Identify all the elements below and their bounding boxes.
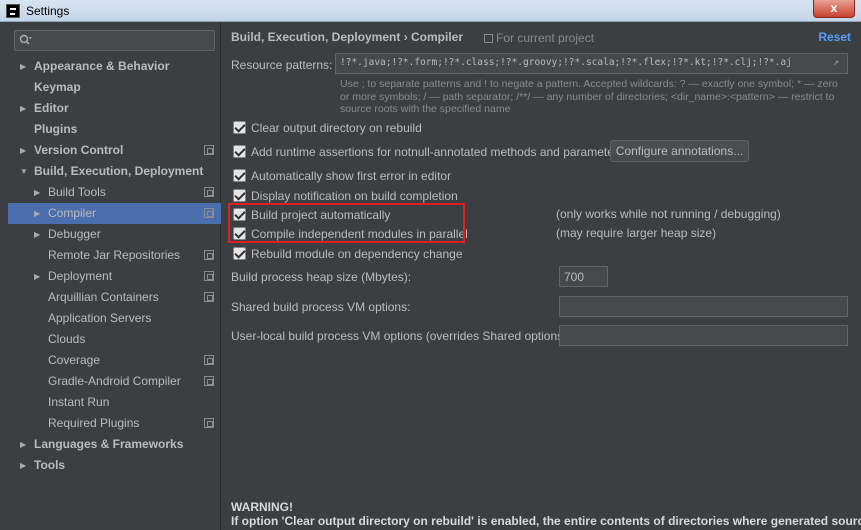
expand-arrow-icon[interactable]: ▶	[20, 98, 30, 119]
clear-output-checkbox[interactable]	[233, 121, 246, 134]
compile-parallel-note: (may require larger heap size)	[556, 226, 717, 240]
project-scope-icon	[204, 208, 214, 218]
resource-patterns-input[interactable]: !?*.java;!?*.form;!?*.class;!?*.groovy;!…	[335, 53, 848, 74]
heap-size-input[interactable]: 700	[559, 266, 608, 287]
sidebar-item-remote-jar-repositories[interactable]: Remote Jar Repositories	[8, 245, 221, 266]
expand-field-icon[interactable]: ↗	[833, 57, 844, 68]
build-automatically-note: (only works while not running / debuggin…	[556, 207, 781, 221]
display-notification-checkbox[interactable]	[233, 189, 246, 202]
search-icon	[19, 34, 32, 47]
project-scope-icon	[204, 250, 214, 260]
project-scope-icon	[204, 376, 214, 386]
sidebar-item-debugger[interactable]: ▶ Debugger	[8, 224, 221, 245]
expand-arrow-icon[interactable]: ▶	[34, 224, 44, 245]
reset-link[interactable]: Reset	[818, 30, 851, 44]
warning-title: WARNING!	[231, 500, 293, 514]
resource-patterns-hint: Use ; to separate patterns and ! to nega…	[340, 78, 838, 115]
runtime-assertions-checkbox[interactable]	[233, 145, 246, 158]
sidebar-item-required-plugins[interactable]: Required Plugins	[8, 413, 221, 434]
sidebar-item-application-servers[interactable]: Application Servers	[8, 308, 221, 329]
shared-vm-options-label: Shared build process VM options:	[231, 300, 411, 314]
sidebar-item-languages-frameworks[interactable]: ▶ Languages & Frameworks	[8, 434, 221, 455]
resource-patterns-value: !?*.java;!?*.form;!?*.class;!?*.groovy;!…	[340, 57, 792, 68]
title-bar: Settings x	[0, 0, 861, 22]
sidebar-item-build-tools[interactable]: ▶ Build Tools	[8, 182, 221, 203]
project-scope-icon	[204, 292, 214, 302]
expand-arrow-icon[interactable]: ▶	[34, 266, 44, 287]
expand-arrow-icon[interactable]: ▶	[20, 56, 30, 77]
sidebar-item-keymap[interactable]: Keymap	[8, 77, 221, 98]
sidebar-item-deployment[interactable]: ▶ Deployment	[8, 266, 221, 287]
sidebar-item-instant-run[interactable]: Instant Run	[8, 392, 221, 413]
project-scope-icon	[204, 187, 214, 197]
project-scope-icon	[204, 355, 214, 365]
heap-size-label: Build process heap size (Mbytes):	[231, 270, 412, 284]
sidebar-item-compiler[interactable]: ▶ Compiler	[8, 203, 221, 224]
project-scope-icon	[484, 34, 493, 43]
expand-arrow-icon[interactable]: ▶	[20, 140, 30, 161]
sidebar-item-version-control[interactable]: ▶ Version Control	[8, 140, 221, 161]
shared-vm-options-input[interactable]	[559, 296, 848, 317]
expand-arrow-icon[interactable]: ▶	[34, 182, 44, 203]
user-vm-options-input[interactable]	[559, 325, 848, 346]
settings-search-input[interactable]	[14, 30, 215, 51]
sidebar-item-arquillian-containers[interactable]: Arquillian Containers	[8, 287, 221, 308]
rebuild-on-dependency-checkbox[interactable]	[233, 247, 246, 260]
show-first-error-checkbox[interactable]	[233, 169, 246, 182]
sidebar-item-appearance-behavior[interactable]: ▶ Appearance & Behavior	[8, 56, 221, 77]
sidebar-item-build-execution-deployment[interactable]: ▼ Build, Execution, Deployment	[8, 161, 221, 182]
sidebar-item-tools[interactable]: ▶ Tools	[8, 455, 221, 476]
settings-sidebar: ▶ Appearance & Behavior Keymap ▶ Editor …	[0, 22, 221, 530]
scope-label: For current project	[496, 31, 595, 45]
sidebar-item-coverage[interactable]: Coverage	[8, 350, 221, 371]
project-scope-icon	[204, 418, 214, 428]
collapse-arrow-icon[interactable]: ▼	[20, 161, 30, 182]
window-title: Settings	[26, 4, 70, 18]
red-highlight-box	[228, 203, 465, 243]
sidebar-item-editor[interactable]: ▶ Editor	[8, 98, 221, 119]
compiler-settings-panel: Build, Execution, Deployment › Compiler …	[222, 22, 861, 530]
sidebar-item-clouds[interactable]: Clouds	[8, 329, 221, 350]
scope-indicator: For current project	[484, 31, 594, 45]
sidebar-item-gradle-android-compiler[interactable]: Gradle-Android Compiler	[8, 371, 221, 392]
expand-arrow-icon[interactable]: ▶	[20, 434, 30, 455]
configure-annotations-button[interactable]: Configure annotations...	[610, 140, 749, 162]
sidebar-item-plugins[interactable]: Plugins	[8, 119, 221, 140]
project-scope-icon	[204, 271, 214, 281]
project-scope-icon	[204, 145, 214, 155]
resource-patterns-label: Resource patterns:	[231, 58, 333, 72]
warning-text: If option 'Clear output directory on reb…	[231, 514, 861, 528]
user-vm-options-label: User-local build process VM options (ove…	[231, 329, 571, 343]
settings-tree: ▶ Appearance & Behavior Keymap ▶ Editor …	[8, 56, 221, 476]
breadcrumb: Build, Execution, Deployment › Compiler	[231, 30, 464, 44]
intellij-app-icon	[6, 4, 20, 18]
expand-arrow-icon[interactable]: ▶	[34, 203, 44, 224]
close-window-button[interactable]: x	[813, 0, 855, 18]
expand-arrow-icon[interactable]: ▶	[20, 455, 30, 476]
